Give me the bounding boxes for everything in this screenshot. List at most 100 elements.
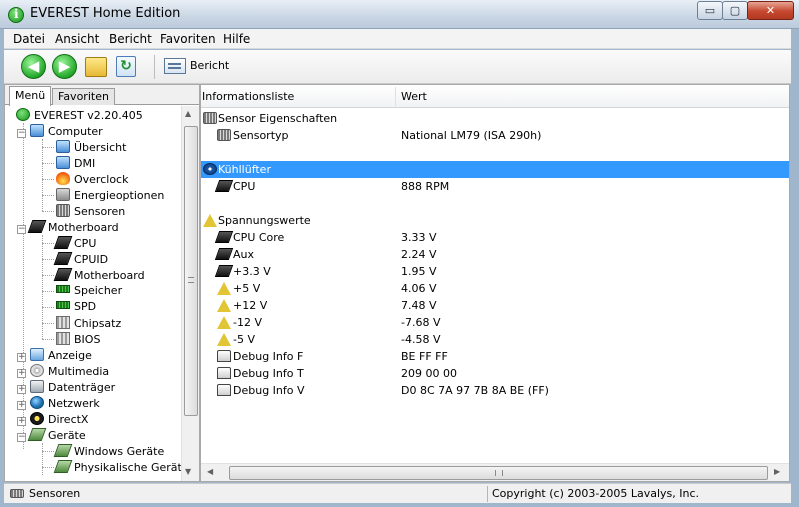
menu-favoriten[interactable]: Favoriten [160,32,216,46]
back-button[interactable]: ◀ [21,54,46,79]
menu-datei[interactable]: Datei [13,32,45,46]
tree-item-everest[interactable]: EVEREST v2.20.405 [16,108,143,124]
computer-icon [56,140,70,153]
group-row-kuehlluefter[interactable]: Kühllüfter [201,161,789,178]
list-item[interactable]: CPU Core 3.33 V [201,229,789,246]
device-icon [53,460,73,473]
tree-item-spd[interactable]: SPD [56,300,96,316]
forward-button[interactable]: ▶ [52,54,77,79]
expand-toggle[interactable]: + [17,385,26,394]
tab-menu[interactable]: Menü [9,86,52,106]
tree-label: Übersicht [74,141,127,154]
tree-item-dmi[interactable]: DMI [56,156,95,172]
tree-item-energieoptionen[interactable]: Energieoptionen [56,188,164,204]
tree-item-cpuid[interactable]: CPUID [53,252,108,268]
fire-icon [56,172,70,185]
tree-item-multimedia[interactable]: + Multimedia [17,364,109,380]
row-name: Debug Info V [233,384,305,397]
list-item[interactable]: CPU 888 RPM [201,178,789,195]
computer-icon [56,156,70,169]
tree-item-netzwerk[interactable]: + Netzwerk [17,396,100,412]
tree-item-directx[interactable]: + DirectX [17,412,88,428]
row-name: Debug Info F [233,350,304,363]
device-icon [27,428,47,441]
list-item[interactable]: +3.3 V 1.95 V [201,263,789,280]
column-wert[interactable]: Wert [401,90,427,103]
tree-item-motherboard[interactable]: Motherboard [53,268,145,284]
menu-hilfe[interactable]: Hilfe [223,32,250,46]
scrollbar-thumb[interactable] [229,466,768,480]
menu-ansicht[interactable]: Ansicht [55,32,99,46]
close-button[interactable]: ✕ [747,1,794,20]
row-value: -4.58 V [401,333,441,346]
list-item[interactable]: -12 V -7.68 V [201,314,789,331]
list-item[interactable]: +5 V 4.06 V [201,280,789,297]
tree-item-speicher[interactable]: Speicher [56,284,122,300]
list-item[interactable]: Aux 2.24 V [201,246,789,263]
warning-icon [217,299,231,312]
tree-item-geraete[interactable]: − Geräte [17,428,86,444]
collapse-toggle[interactable]: − [17,433,26,442]
scrollbar-thumb[interactable] [184,126,198,416]
tree-item-windows-geraete[interactable]: Windows Geräte [53,444,164,460]
tree-item-bios[interactable]: BIOS [56,332,100,348]
tree-item-anzeige[interactable]: + Anzeige [17,348,92,364]
expand-toggle[interactable]: + [17,401,26,410]
column-divider[interactable] [395,87,396,106]
folder-up-button[interactable] [85,57,107,77]
list-item[interactable]: Sensortyp National LM79 (ISA 290h) [201,127,789,144]
warning-icon [217,333,231,346]
tree-label: Anzeige [48,349,92,362]
report-button-label[interactable]: Bericht [190,59,229,72]
left-tabs: Menü Favoriten [5,85,199,106]
scroll-down-arrow-icon[interactable]: ▼ [185,467,191,476]
scroll-up-arrow-icon[interactable]: ▲ [185,109,191,118]
collapse-toggle[interactable]: − [17,129,26,138]
list-item[interactable]: -5 V -4.58 V [201,331,789,348]
tree-item-physikalische-geraete[interactable]: Physikalische Geräte [53,460,181,476]
row-name: Kühllüfter [218,163,271,176]
column-informationsliste[interactable]: Informationsliste [202,90,294,103]
tree-item-sensoren[interactable]: Sensoren [56,204,125,220]
scroll-left-arrow-icon[interactable]: ◀ [207,467,213,476]
list-item[interactable]: Debug Info V D0 8C 7A 97 7B 8A BE (FF) [201,382,789,399]
chip-icon [214,248,234,260]
chip-icon [214,180,234,192]
tree-label: EVEREST v2.20.405 [34,109,143,122]
list-item[interactable]: Debug Info F BE FF FF [201,348,789,365]
row-name: Sensor Eigenschaften [218,112,338,125]
tree-item-datentraeger[interactable]: + Datenträger [17,380,115,396]
group-row-spannungswerte[interactable]: Spannungswerte [201,212,789,229]
sensor-icon [10,489,24,498]
maximize-button[interactable]: ▢ [722,1,748,20]
tree-item-computer[interactable]: − Computer [17,124,103,140]
row-value: 3.33 V [401,231,437,244]
tab-favoriten[interactable]: Favoriten [52,88,115,105]
power-icon [56,188,70,201]
menu-bericht[interactable]: Bericht [109,32,152,46]
refresh-button[interactable]: ↻ [116,56,136,77]
column-header: Informationsliste Wert [201,85,789,108]
horizontal-scrollbar[interactable]: ◀ ▶ [201,463,789,481]
details-list: Sensor Eigenschaften Sensortyp National … [201,109,789,464]
report-icon[interactable] [164,58,186,74]
group-row-sensor-eigenschaften[interactable]: Sensor Eigenschaften [201,110,789,127]
tree-item-cpu[interactable]: CPU [53,236,96,252]
scroll-right-arrow-icon[interactable]: ▶ [774,467,780,476]
list-item[interactable]: Debug Info T 209 00 00 [201,365,789,382]
expand-toggle[interactable]: + [17,369,26,378]
row-name: Debug Info T [233,367,304,380]
expand-toggle[interactable]: + [17,417,26,426]
tree-item-motherboard-group[interactable]: − Motherboard [17,220,119,236]
ram-icon [56,285,70,293]
tree-item-uebersicht[interactable]: Übersicht [56,140,126,156]
expand-toggle[interactable]: + [17,353,26,362]
collapse-toggle[interactable]: − [17,225,26,234]
minimize-button[interactable]: ▭ [697,1,723,20]
tree-label: DMI [74,157,96,170]
tree-label: BIOS [74,333,101,346]
list-item[interactable]: +12 V 7.48 V [201,297,789,314]
tree-scrollbar[interactable]: ▲ ▼ [181,106,199,481]
tree-item-chipsatz[interactable]: Chipsatz [56,316,121,332]
tree-item-overclock[interactable]: Overclock [56,172,128,188]
